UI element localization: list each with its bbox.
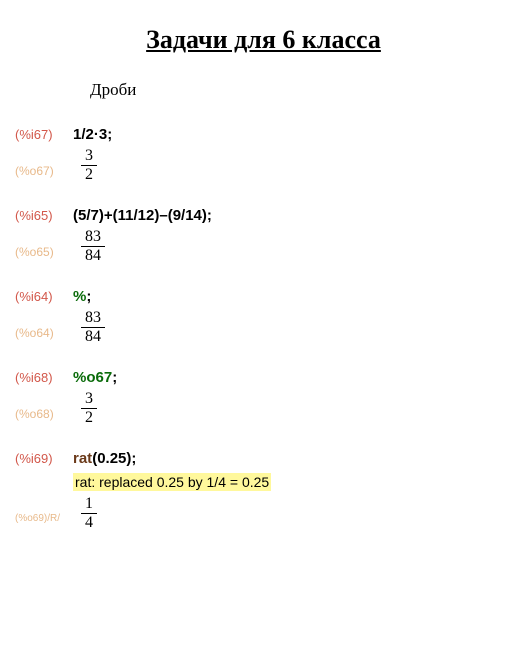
cell-block: (%i65)(5/7)+(11/12)–(9/14);(%o65)8384 (15, 206, 512, 265)
fraction-numerator: 83 (81, 309, 105, 328)
expr-num: 12 (138, 207, 155, 224)
input-label: (%i64) (15, 287, 73, 304)
output-row: (%o69)/R/14 (15, 495, 512, 532)
fraction-denominator: 2 (81, 166, 97, 184)
output-row: (%o64) 8384 (15, 309, 512, 346)
cell-block: (%i64)%;(%o64)8384 (15, 287, 512, 346)
expr-op: ; (131, 450, 136, 467)
expr-num: 14 (185, 207, 202, 224)
expr-op: ; (107, 126, 112, 143)
input-row: (%i65)(5/7)+(11/12)–(9/14); (15, 206, 512, 224)
expr-num: 0.25 (97, 450, 126, 467)
expr-op: ; (112, 369, 117, 386)
input-expression: 1/2·3; (73, 125, 112, 143)
expr-fn: rat (73, 450, 92, 467)
fraction-numerator: 83 (81, 228, 105, 247)
expr-num: 11 (118, 207, 134, 224)
fraction-numerator: 3 (81, 147, 97, 166)
output-fraction: 32 (81, 390, 97, 427)
fraction-denominator: 4 (81, 514, 97, 532)
output-row: (%o67) 32 (15, 147, 512, 184)
output-label: (%o64) (15, 316, 73, 340)
cell-block: (%i68)%o67;(%o68)32 (15, 368, 512, 427)
input-expression: %; (73, 287, 91, 305)
input-label: (%i69) (15, 449, 73, 466)
section-subtitle: Дроби (90, 80, 512, 100)
cells-container: (%i67)1/2·3;(%o67)32(%i65)(5/7)+(11/12)–… (15, 125, 512, 532)
output-label: (%o69)/R/ (15, 503, 73, 524)
input-row: (%i64)%; (15, 287, 512, 305)
warning-message: rat: replaced 0.25 by 1/4 = 0.25 (73, 473, 271, 491)
expr-num: 7 (91, 207, 99, 224)
output-label: (%o68) (15, 397, 73, 421)
input-label: (%i67) (15, 125, 73, 142)
output-fraction: 14 (81, 495, 97, 532)
input-label: (%i65) (15, 206, 73, 223)
expr-op: – (159, 207, 167, 224)
fraction-numerator: 3 (81, 390, 97, 409)
expr-op: + (104, 207, 113, 224)
cell-block: (%i69)rat(0.25); rat: replaced 0.25 by 1/… (15, 449, 512, 532)
output-fraction: 8384 (81, 309, 105, 346)
fraction-denominator: 84 (81, 328, 105, 346)
page-title: Задачи для 6 класса (15, 25, 512, 55)
fraction-denominator: 84 (81, 247, 105, 265)
expr-op: ; (86, 288, 91, 305)
output-label: (%o65) (15, 235, 73, 259)
input-row: (%i69)rat(0.25); (15, 449, 512, 467)
output-row: (%o68) 32 (15, 390, 512, 427)
fraction-numerator: 1 (81, 495, 97, 514)
expr-num: 2 (86, 126, 94, 143)
output-row: (%o65) 8384 (15, 228, 512, 265)
expr-num: 3 (99, 126, 107, 143)
expr-num: 9 (173, 207, 181, 224)
output-fraction: 8384 (81, 228, 105, 265)
input-row: (%i68)%o67; (15, 368, 512, 386)
input-row: (%i67)1/2·3; (15, 125, 512, 143)
input-expression: %o67; (73, 368, 117, 386)
input-expression: rat(0.25); (73, 449, 136, 467)
fraction-denominator: 2 (81, 409, 97, 427)
expr-pct: % (73, 288, 86, 305)
input-expression: (5/7)+(11/12)–(9/14); (73, 206, 212, 224)
expr-oref: %o67 (73, 369, 112, 386)
output-fraction: 32 (81, 147, 97, 184)
cell-block: (%i67)1/2·3;(%o67)32 (15, 125, 512, 184)
input-label: (%i68) (15, 368, 73, 385)
output-label: (%o67) (15, 154, 73, 178)
expr-op: ; (207, 207, 212, 224)
